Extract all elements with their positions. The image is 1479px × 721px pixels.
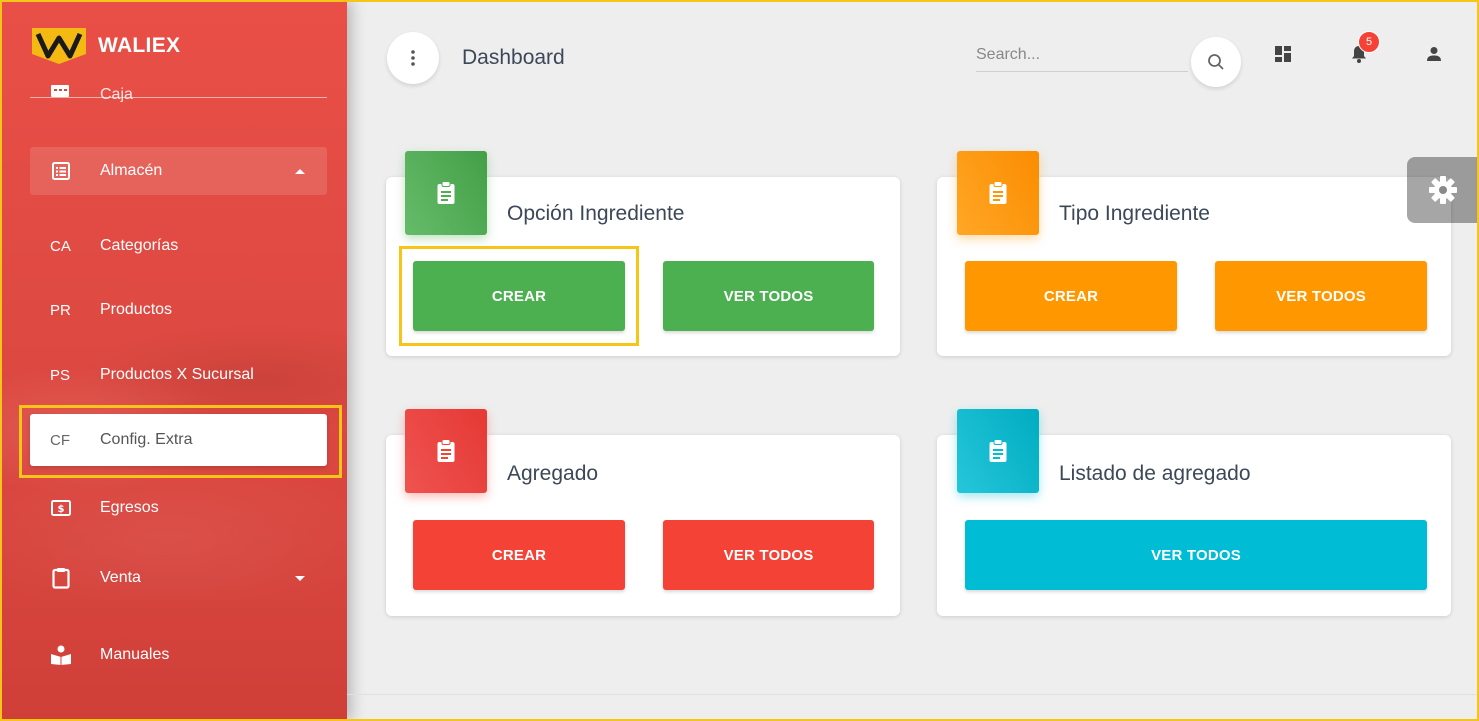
sidebar: WALIEX Caja Almacén CA Categorías PR Pro… (0, 0, 347, 721)
view-all-agregado-button[interactable]: VER TODOS (663, 520, 874, 590)
sidebar-item-productos-x-sucursal[interactable]: PS Productos X Sucursal (30, 351, 327, 399)
search-field (976, 38, 1188, 72)
money-icon: $ (50, 500, 72, 516)
view-all-tipo-ingrediente-button[interactable]: VER TODOS (1215, 261, 1427, 331)
search-button[interactable] (1191, 37, 1241, 87)
sidebar-divider (30, 97, 327, 98)
sidebar-item-label: Almacén (100, 162, 163, 179)
sidebar-toggle-button[interactable] (387, 32, 439, 84)
sidebar-item-almacen[interactable]: Almacén (30, 147, 327, 195)
sidebar-item-label: Productos X Sucursal (100, 366, 254, 383)
card-header-icon (405, 409, 487, 493)
notification-badge: 5 (1358, 31, 1380, 53)
sidebar-item-egresos[interactable]: $ Egresos (30, 484, 327, 532)
page-title: Dashboard (462, 46, 565, 69)
search-input[interactable] (976, 38, 1188, 71)
svg-text:$: $ (58, 504, 65, 515)
highlight-frame (399, 246, 639, 346)
sidebar-item-label: Caja (100, 86, 133, 103)
person-icon (1427, 47, 1441, 61)
card-header-icon (405, 151, 487, 235)
assignment-icon (437, 181, 455, 204)
clipboard-icon (50, 567, 72, 589)
card-title: Listado de agregado (1059, 462, 1251, 485)
settings-panel-toggle[interactable] (1407, 157, 1479, 223)
assignment-icon (437, 439, 455, 462)
waliex-logo-icon (32, 28, 86, 64)
card-header-icon (957, 409, 1039, 493)
sidebar-item-manuales[interactable]: Manuales (30, 631, 327, 679)
assignment-icon (989, 439, 1007, 462)
view-all-opcion-ingrediente-button[interactable]: VER TODOS (663, 261, 874, 331)
sidebar-item-abbr: PS (50, 366, 71, 384)
sidebar-item-categorias[interactable]: CA Categorías (30, 222, 327, 270)
list-alt-icon (50, 162, 72, 180)
sidebar-item-label: Venta (100, 569, 141, 586)
create-agregado-button[interactable]: CREAR (413, 520, 625, 590)
book-reader-icon (50, 645, 72, 665)
sidebar-item-label: Manuales (100, 646, 170, 663)
sidebar-item-venta[interactable]: Venta (30, 554, 327, 602)
dashboard-view-button[interactable] (1271, 42, 1295, 66)
highlight-frame (19, 405, 342, 478)
sidebar-item-abbr: CA (50, 237, 71, 255)
dashboard-icon (1275, 46, 1291, 62)
cash-register-icon (50, 82, 72, 102)
card-title: Agregado (507, 462, 599, 485)
caret-up-icon (295, 168, 305, 174)
gear-icon (1429, 176, 1457, 204)
assignment-icon (989, 181, 1007, 204)
card-title: Tipo Ingrediente (1059, 202, 1210, 225)
sidebar-item-abbr: PR (50, 301, 71, 319)
sidebar-item-label: Categorías (100, 237, 179, 254)
brand-name: WALIEX (98, 34, 181, 57)
card-header-icon (957, 151, 1039, 235)
sidebar-item-caja[interactable]: Caja (30, 82, 327, 102)
footer-divider (347, 694, 1479, 695)
sidebar-item-label: Egresos (100, 499, 159, 516)
sidebar-item-label: Productos (100, 301, 173, 318)
brand[interactable]: WALIEX (30, 26, 180, 66)
create-tipo-ingrediente-button[interactable]: CREAR (965, 261, 1177, 331)
view-all-listado-agregado-button[interactable]: VER TODOS (965, 520, 1427, 590)
card-title: Opción Ingrediente (507, 202, 685, 225)
search-icon (1208, 54, 1224, 70)
more-vert-icon (411, 50, 415, 66)
sidebar-item-productos[interactable]: PR Productos (30, 286, 327, 334)
user-menu-button[interactable] (1422, 42, 1446, 66)
caret-down-icon (295, 575, 305, 581)
